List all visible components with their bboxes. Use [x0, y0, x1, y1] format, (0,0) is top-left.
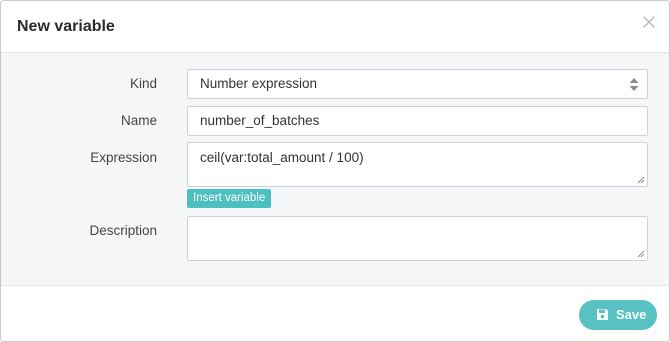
dialog-footer: Save	[1, 285, 669, 341]
kind-select[interactable]: Number expression	[187, 69, 648, 99]
resize-grip-icon[interactable]	[637, 250, 645, 258]
close-button[interactable]	[641, 14, 657, 30]
kind-label: Kind	[129, 76, 157, 91]
sort-arrows-icon	[629, 78, 639, 91]
name-input-value: number_of_batches	[200, 113, 320, 128]
new-variable-dialog: New variable Kind Number expression Name…	[0, 0, 670, 342]
name-label: Name	[120, 113, 157, 128]
resize-grip-icon[interactable]	[637, 176, 645, 184]
expression-textarea[interactable]: ceil(var:total_amount / 100)	[187, 142, 648, 187]
save-button[interactable]: Save	[579, 300, 657, 330]
description-textarea[interactable]	[187, 216, 648, 261]
save-button-label: Save	[616, 307, 647, 322]
name-input[interactable]: number_of_batches	[187, 106, 648, 136]
dialog-body: Kind Number expression Name number_of_ba…	[1, 54, 669, 285]
dialog-title: New variable	[17, 18, 115, 35]
description-label: Description	[89, 223, 157, 238]
expression-value: ceil(var:total_amount / 100)	[200, 150, 364, 165]
close-icon	[643, 16, 655, 28]
insert-variable-button[interactable]: Insert variable	[187, 189, 272, 208]
dialog-header: New variable	[1, 1, 669, 53]
kind-select-value: Number expression	[200, 76, 318, 91]
expression-label: Expression	[90, 150, 157, 165]
floppy-disk-icon	[597, 309, 608, 320]
